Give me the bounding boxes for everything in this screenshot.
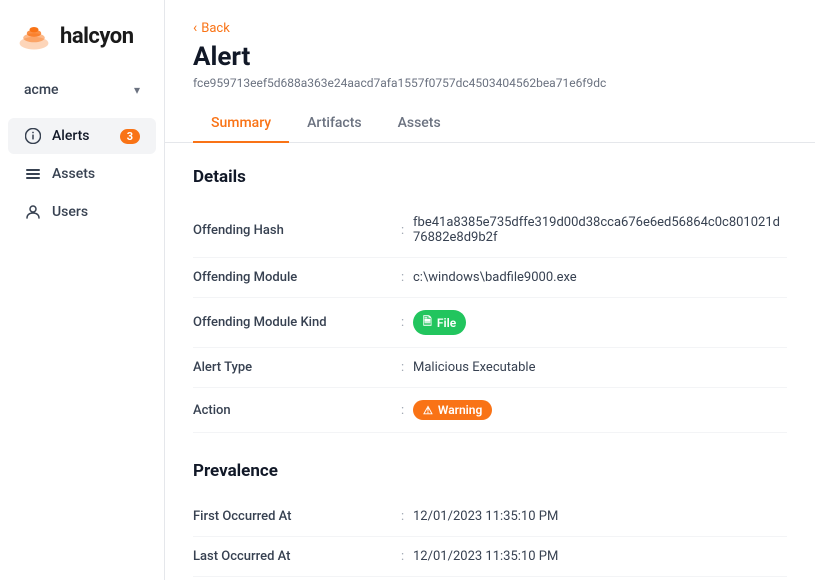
offending-module-value: c:\windows\badfile9000.exe <box>413 258 787 298</box>
sidebar-item-assets[interactable]: Assets <box>8 156 156 192</box>
sidebar: halcyon acme ▾ Alerts 3 <box>0 0 165 580</box>
logo: halcyon <box>0 0 164 70</box>
action-value: ⚠ Warning <box>413 388 787 433</box>
alert-type-value: Malicious Executable <box>413 348 787 388</box>
first-occurred-label: First Occurred At <box>193 497 393 537</box>
user-icon <box>24 203 42 221</box>
table-row: Offending Module : c:\windows\badfile900… <box>193 258 787 298</box>
content-area: Details Offending Hash : fbe41a8385e735d… <box>165 143 815 580</box>
tasset-label: TAsset <box>193 577 393 580</box>
assets-icon <box>24 165 42 183</box>
offending-module-kind-value: 🗎 File <box>413 298 787 348</box>
offending-hash-label: Offending Hash <box>193 203 393 258</box>
tab-bar: Summary Artifacts Assets <box>193 104 787 142</box>
logo-text: halcyon <box>60 24 134 49</box>
table-row: Offending Hash : fbe41a8385e735dffe319d0… <box>193 203 787 258</box>
details-section-title: Details <box>193 167 787 187</box>
alerts-badge: 3 <box>120 129 140 144</box>
first-occurred-value: 12/01/2023 11:35:10 PM <box>413 497 787 537</box>
sidebar-item-users[interactable]: Users <box>8 194 156 230</box>
table-row: Action : ⚠ Warning <box>193 388 787 433</box>
main-content: ‹ Back Alert fce959713eef5d688a363e24aac… <box>165 0 815 580</box>
chevron-down-icon: ▾ <box>134 83 140 97</box>
tab-artifacts[interactable]: Artifacts <box>289 105 379 143</box>
page-header: ‹ Back Alert fce959713eef5d688a363e24aac… <box>165 0 815 143</box>
tasset-value: 1 <box>413 577 787 580</box>
table-row: Alert Type : Malicious Executable <box>193 348 787 388</box>
details-table: Offending Hash : fbe41a8385e735dffe319d0… <box>193 203 787 433</box>
table-row: Offending Module Kind : 🗎 File <box>193 298 787 348</box>
sidebar-nav: Alerts 3 Assets Users <box>0 110 164 238</box>
org-label: acme <box>24 82 59 98</box>
back-link[interactable]: ‹ Back <box>193 20 787 36</box>
last-occurred-value: 12/01/2023 11:35:10 PM <box>413 537 787 577</box>
offending-hash-value: fbe41a8385e735dffe319d00d38cca676e6ed568… <box>413 203 787 258</box>
sidebar-item-alerts[interactable]: Alerts 3 <box>8 118 156 154</box>
alert-id: fce959713eef5d688a363e24aacd7afa1557f075… <box>193 76 787 90</box>
tab-summary[interactable]: Summary <box>193 105 289 143</box>
back-arrow-icon: ‹ <box>193 20 197 36</box>
file-badge: 🗎 File <box>413 310 466 335</box>
halcyon-logo-icon <box>16 18 52 54</box>
warning-icon: ⚠ <box>423 404 433 417</box>
sidebar-item-alerts-label: Alerts <box>52 128 90 144</box>
last-occurred-label: Last Occurred At <box>193 537 393 577</box>
file-icon: 🗎 <box>423 313 432 332</box>
offending-module-label: Offending Module <box>193 258 393 298</box>
info-icon <box>24 127 42 145</box>
table-row: Last Occurred At : 12/01/2023 11:35:10 P… <box>193 537 787 577</box>
tab-assets[interactable]: Assets <box>380 105 459 143</box>
org-selector[interactable]: acme ▾ <box>8 74 156 106</box>
alert-type-label: Alert Type <box>193 348 393 388</box>
table-row: First Occurred At : 12/01/2023 11:35:10 … <box>193 497 787 537</box>
action-label: Action <box>193 388 393 433</box>
offending-module-kind-label: Offending Module Kind <box>193 298 393 348</box>
prevalence-section-title: Prevalence <box>193 461 787 481</box>
warning-badge: ⚠ Warning <box>413 400 492 420</box>
table-row: TAsset : 1 <box>193 577 787 580</box>
prevalence-table: First Occurred At : 12/01/2023 11:35:10 … <box>193 497 787 580</box>
back-label: Back <box>201 21 230 36</box>
sidebar-item-users-label: Users <box>52 204 88 220</box>
sidebar-item-assets-label: Assets <box>52 166 95 182</box>
page-title: Alert <box>193 42 787 72</box>
